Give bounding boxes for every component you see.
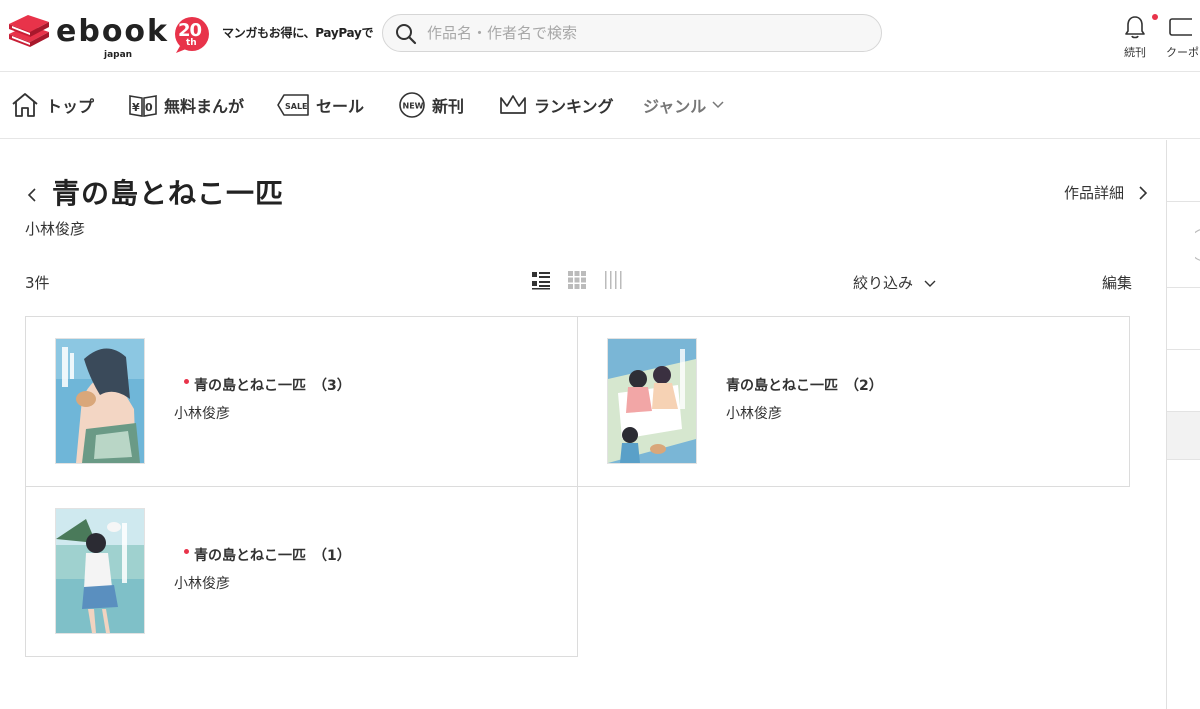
main-nav: トップ ¥ 0 無料まんが SALE セール NEW 新刊 ランキング ジャンル	[0, 72, 1200, 139]
search-input[interactable]	[427, 15, 867, 51]
volume-title-text: 青の島とねこ一匹 （1）	[194, 548, 351, 564]
notifications-button[interactable]: 続刊	[1110, 14, 1160, 60]
ebook-japan-logo[interactable]: ebook japan	[6, 12, 169, 60]
edit-button[interactable]: 編集	[1102, 272, 1132, 293]
list-view-icon[interactable]	[531, 270, 551, 290]
svg-text:¥: ¥	[132, 101, 140, 114]
book-cover-image[interactable]	[56, 339, 144, 463]
side-panel-row-active[interactable]	[1167, 412, 1200, 460]
series-page: 青の島とねこ一匹 小林俊彦 作品詳細 3件 絞り込み 編集 青の島とねこ一匹 （…	[0, 140, 1166, 709]
volume-title[interactable]: 青の島とねこ一匹 （1）	[184, 545, 351, 565]
nav-free-manga[interactable]: ¥ 0 無料まんが	[128, 90, 244, 120]
nav-new-releases[interactable]: NEW 新刊	[398, 90, 464, 120]
book-cover-image[interactable]	[56, 509, 144, 633]
crown-icon	[500, 95, 526, 114]
coupon-label: クーポ	[1166, 46, 1199, 59]
series-detail-label: 作品詳細	[1063, 184, 1124, 202]
volume-title-text: 青の島とねこ一匹 （3）	[194, 378, 351, 394]
chevron-right-icon	[1139, 185, 1148, 200]
nav-ranking-label: ランキング	[534, 97, 614, 116]
nav-genre-label: ジャンル	[643, 97, 707, 116]
series-detail-link[interactable]: 作品詳細	[1064, 182, 1148, 203]
volume-author[interactable]: 小林俊彦	[726, 403, 782, 423]
back-button[interactable]	[26, 184, 38, 208]
new-indicator-dot	[184, 548, 189, 554]
side-panel-row[interactable]	[1167, 288, 1200, 350]
side-panel-row[interactable]	[1167, 202, 1200, 288]
book-stack-icon	[9, 15, 49, 47]
bell-icon	[1125, 16, 1145, 39]
new-badge-icon: NEW	[399, 92, 425, 118]
nav-sale-label: セール	[316, 97, 365, 116]
notification-dot	[1152, 14, 1158, 20]
partial-circle-icon	[1195, 229, 1200, 261]
volume-title[interactable]: 青の島とねこ一匹 （2）	[726, 375, 883, 395]
filter-label: 絞り込み	[853, 274, 914, 292]
nav-free-manga-label: 無料まんが	[164, 97, 245, 116]
chevron-left-icon	[27, 188, 36, 202]
search-icon	[396, 24, 417, 45]
nav-top-label: トップ	[46, 97, 95, 116]
coupon-icon	[1169, 18, 1195, 36]
chevron-down-icon	[924, 280, 936, 287]
chevron-down-icon	[712, 101, 724, 109]
anniversary-badge: 20 th	[172, 16, 212, 54]
site-header: ebook japan 20 th マンガもお得に、PayPayで 続刊 クーポ	[0, 0, 1200, 72]
nav-genre-dropdown[interactable]: ジャンル	[643, 90, 730, 120]
volume-card-1[interactable]: 青の島とねこ一匹 （1） 小林俊彦	[25, 486, 578, 657]
svg-text:NEW: NEW	[403, 102, 424, 111]
volume-card-2[interactable]: 青の島とねこ一匹 （2） 小林俊彦	[577, 316, 1130, 487]
nav-ranking[interactable]: ランキング	[498, 90, 614, 120]
volume-card-3[interactable]: 青の島とねこ一匹 （3） 小林俊彦	[25, 316, 578, 487]
nav-top[interactable]: トップ	[10, 90, 94, 120]
volume-author[interactable]: 小林俊彦	[174, 573, 230, 593]
logo-subtext: japan	[104, 50, 133, 60]
home-icon	[12, 93, 38, 117]
side-panel-row[interactable]	[1167, 350, 1200, 412]
view-mode-toggle	[531, 270, 623, 290]
cover-view-icon[interactable]	[603, 270, 623, 290]
book-cover-image[interactable]	[608, 339, 696, 463]
notifications-label: 続刊	[1124, 46, 1146, 59]
sale-tag-icon: SALE	[277, 94, 309, 116]
side-panel-row[interactable]	[1167, 140, 1200, 202]
filter-dropdown[interactable]: 絞り込み	[853, 272, 936, 293]
anniversary-suffix: th	[186, 38, 197, 48]
coupon-button[interactable]: クーポ	[1166, 14, 1200, 60]
volume-title[interactable]: 青の島とねこ一匹 （3）	[184, 375, 351, 395]
result-count: 3件	[25, 274, 50, 292]
search-bar[interactable]	[382, 14, 882, 52]
series-author[interactable]: 小林俊彦	[25, 218, 85, 239]
logo-wordmark: ebook	[56, 14, 169, 49]
volume-author[interactable]: 小林俊彦	[174, 403, 230, 423]
nav-sale[interactable]: SALE セール	[276, 90, 364, 120]
volume-title-text: 青の島とねこ一匹 （2）	[726, 378, 883, 394]
svg-text:SALE: SALE	[285, 102, 308, 111]
series-title: 青の島とねこ一匹	[52, 177, 285, 210]
new-indicator-dot	[184, 378, 189, 384]
free-yen-icon: ¥ 0	[129, 95, 157, 117]
header-tagline: マンガもお得に、PayPayで	[222, 26, 374, 40]
grid-view-icon[interactable]	[567, 270, 587, 290]
side-panel	[1166, 140, 1200, 709]
nav-new-releases-label: 新刊	[432, 97, 465, 116]
svg-text:0: 0	[145, 101, 153, 114]
